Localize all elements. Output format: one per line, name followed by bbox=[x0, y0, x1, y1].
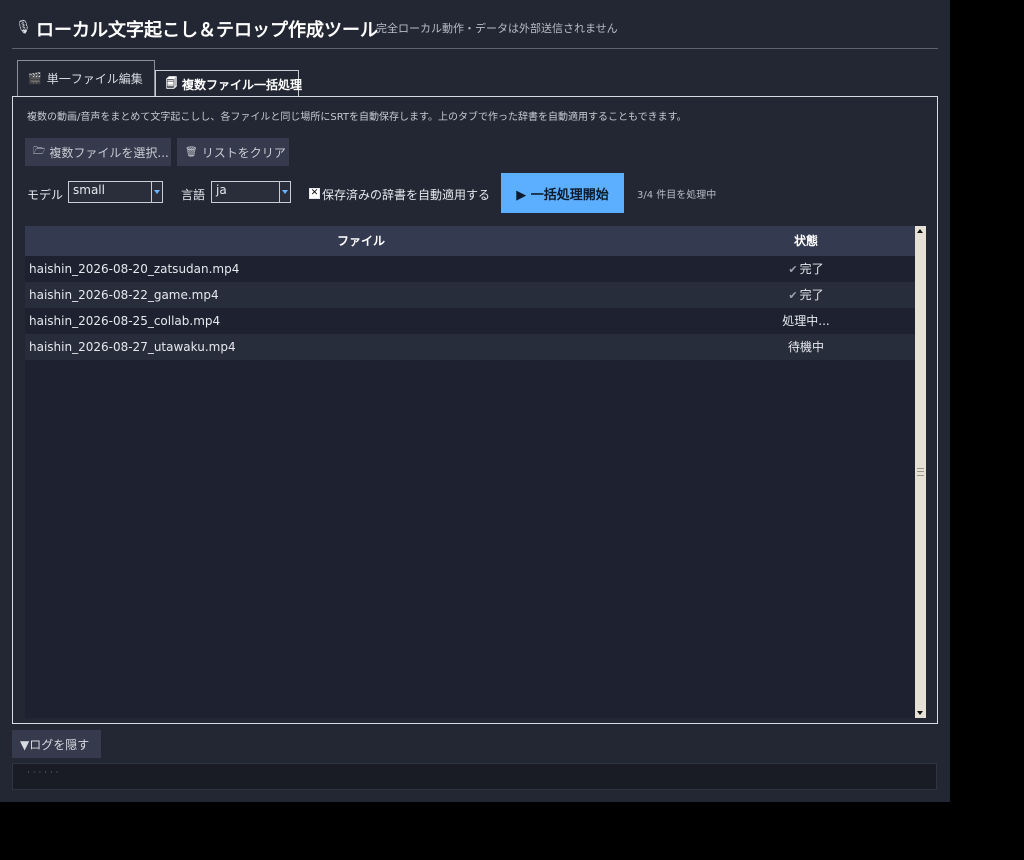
table-row[interactable]: haishin_2026-08-20_zatsudan.mp4 ✔ 完了 bbox=[25, 256, 915, 282]
scroll-up-icon[interactable] bbox=[915, 226, 926, 237]
app-subtitle: 完全ローカル動作・データは外部送信されません bbox=[376, 22, 618, 35]
select-files-label: 複数ファイルを選択... bbox=[49, 145, 169, 160]
log-area[interactable]: · · · · · · bbox=[12, 763, 937, 790]
language-select[interactable]: ja bbox=[211, 181, 291, 203]
batch-description: 複数の動画/音声をまとめて文字起こしし、各ファイルと同じ場所にSRTを自動保存し… bbox=[27, 112, 687, 123]
column-header-status[interactable]: 状態 bbox=[697, 226, 915, 256]
file-name: haishin_2026-08-22_game.mp4 bbox=[29, 288, 219, 302]
clapperboard-icon: 🎬 bbox=[28, 72, 42, 85]
table-header: ファイル 状態 bbox=[25, 226, 915, 256]
status-text: 完了 bbox=[799, 288, 824, 302]
file-name: haishin_2026-08-25_collab.mp4 bbox=[29, 314, 221, 328]
status-text: 完了 bbox=[799, 262, 824, 276]
trash-icon: 🗑 bbox=[185, 146, 198, 158]
language-label: 言語 bbox=[181, 188, 206, 202]
language-select-value: ja bbox=[216, 183, 227, 197]
clear-list-label: リストをクリア bbox=[201, 145, 286, 160]
chevron-down-icon[interactable] bbox=[151, 182, 162, 202]
file-name: haishin_2026-08-20_zatsudan.mp4 bbox=[29, 262, 240, 276]
chevron-down-icon[interactable] bbox=[279, 182, 290, 202]
scroll-grip-icon[interactable] bbox=[917, 468, 924, 476]
app-title: ローカル文字起こし＆テロップ作成ツール bbox=[36, 20, 378, 41]
file-status: 処理中... bbox=[782, 314, 830, 328]
table-row[interactable]: haishin_2026-08-22_game.mp4 ✔ 完了 bbox=[25, 282, 915, 308]
file-name: haishin_2026-08-27_utawaku.mp4 bbox=[29, 340, 236, 354]
log-toggle-button[interactable]: ▼ログを隠す bbox=[12, 730, 101, 758]
file-table: ファイル 状態 haishin_2026-08-20_zatsudan.mp4 … bbox=[25, 226, 915, 718]
app-window: 🎙 ローカル文字起こし＆テロップ作成ツール 完全ローカル動作・データは外部送信さ… bbox=[0, 0, 950, 802]
scroll-down-icon[interactable] bbox=[915, 707, 926, 718]
auto-dictionary-checkbox[interactable]: ✕ bbox=[309, 188, 320, 199]
model-select[interactable]: small bbox=[68, 181, 163, 203]
batch-panel: 複数の動画/音声をまとめて文字起こしし、各ファイルと同じ場所にSRTを自動保存し… bbox=[12, 96, 938, 724]
model-label: モデル bbox=[27, 188, 64, 202]
file-stack-icon: 🗐 bbox=[166, 76, 177, 90]
table-row[interactable]: haishin_2026-08-25_collab.mp4 処理中... bbox=[25, 308, 915, 334]
tab-label: 単一ファイル編集 bbox=[46, 72, 143, 86]
log-text: · · · · · · bbox=[27, 768, 59, 778]
app-header: 🎙 ローカル文字起こし＆テロップ作成ツール 完全ローカル動作・データは外部送信さ… bbox=[12, 14, 938, 49]
progress-status: 3/4 件目を処理中 bbox=[637, 190, 717, 201]
tab-label: 複数ファイル一括処理 bbox=[182, 77, 303, 92]
auto-dictionary-label[interactable]: 保存済みの辞書を自動適用する bbox=[322, 186, 490, 203]
folder-icon: 🗁 bbox=[33, 145, 46, 157]
select-files-button[interactable]: 🗁 複数ファイルを選択... bbox=[25, 138, 171, 166]
clear-list-button[interactable]: 🗑 リストをクリア bbox=[177, 138, 289, 166]
table-row[interactable]: haishin_2026-08-27_utawaku.mp4 待機中 bbox=[25, 334, 915, 360]
check-icon: ✔ bbox=[788, 263, 798, 276]
model-select-value: small bbox=[73, 183, 105, 197]
table-scrollbar[interactable] bbox=[915, 226, 926, 718]
file-status: ✔ 完了 bbox=[697, 256, 915, 283]
tab-batch-processing[interactable]: 🗐 複数ファイル一括処理 bbox=[155, 70, 303, 97]
tab-single-file[interactable]: 🎬 単一ファイル編集 bbox=[17, 60, 155, 96]
microphone-icon: 🎙 bbox=[15, 20, 32, 35]
start-batch-button[interactable]: ▶ 一括処理開始 bbox=[501, 173, 624, 213]
file-status: ✔ 完了 bbox=[697, 282, 915, 309]
check-icon: ✔ bbox=[788, 289, 798, 302]
file-status: 待機中 bbox=[787, 340, 824, 354]
column-header-file[interactable]: ファイル bbox=[25, 226, 697, 256]
